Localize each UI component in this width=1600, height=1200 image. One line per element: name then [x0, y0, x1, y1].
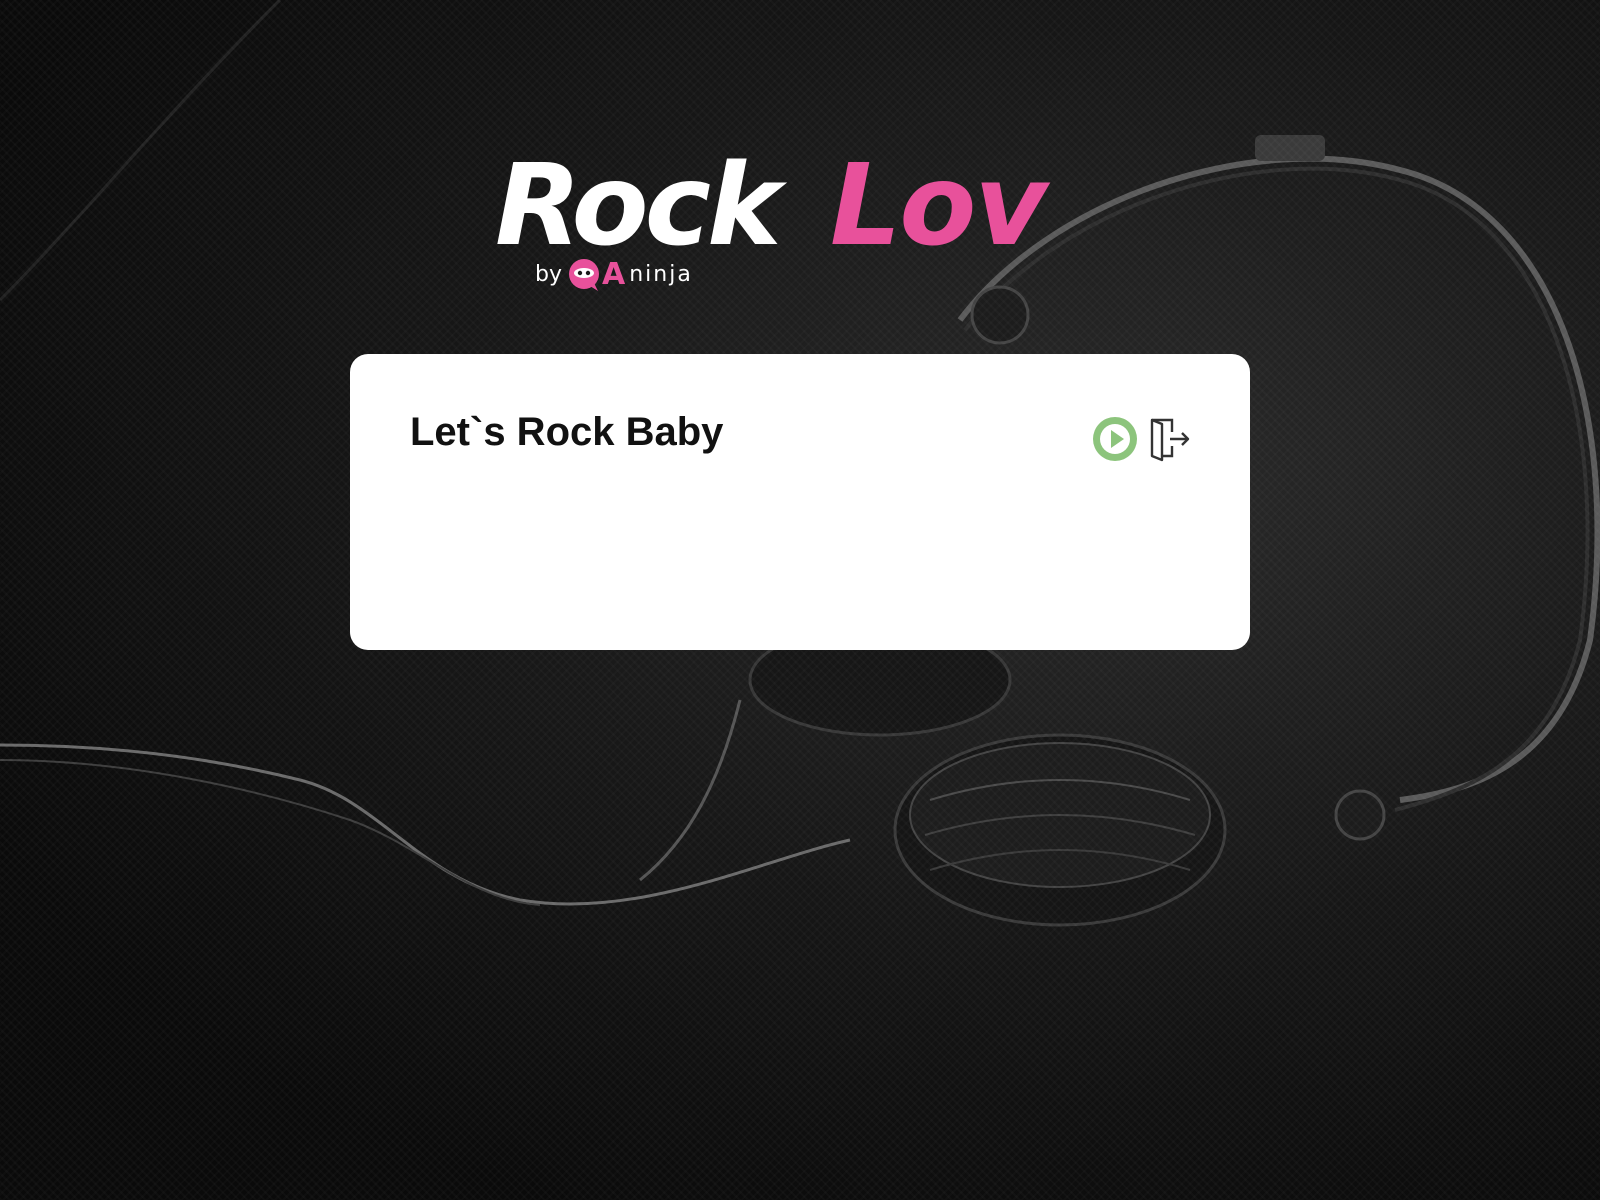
card-actions — [1092, 416, 1192, 462]
logo-text-rock: Rock — [495, 141, 781, 271]
logo-by-label: by — [535, 261, 562, 287]
main-card: Let`s Rock Baby — [350, 354, 1250, 650]
logout-icon — [1150, 418, 1190, 462]
logout-button[interactable] — [1146, 416, 1192, 462]
rocklov-logo: Rock Lov by A ninja — [495, 150, 1095, 300]
play-button[interactable] — [1092, 416, 1138, 462]
logo-a-letter: A — [601, 256, 626, 292]
logo-text-lov: Lov — [830, 141, 1047, 271]
logo-ninja-label: ninja — [629, 261, 693, 287]
page-title: Let`s Rock Baby — [410, 410, 724, 454]
logo-byline: by A ninja — [535, 256, 693, 292]
play-icon — [1093, 417, 1137, 461]
